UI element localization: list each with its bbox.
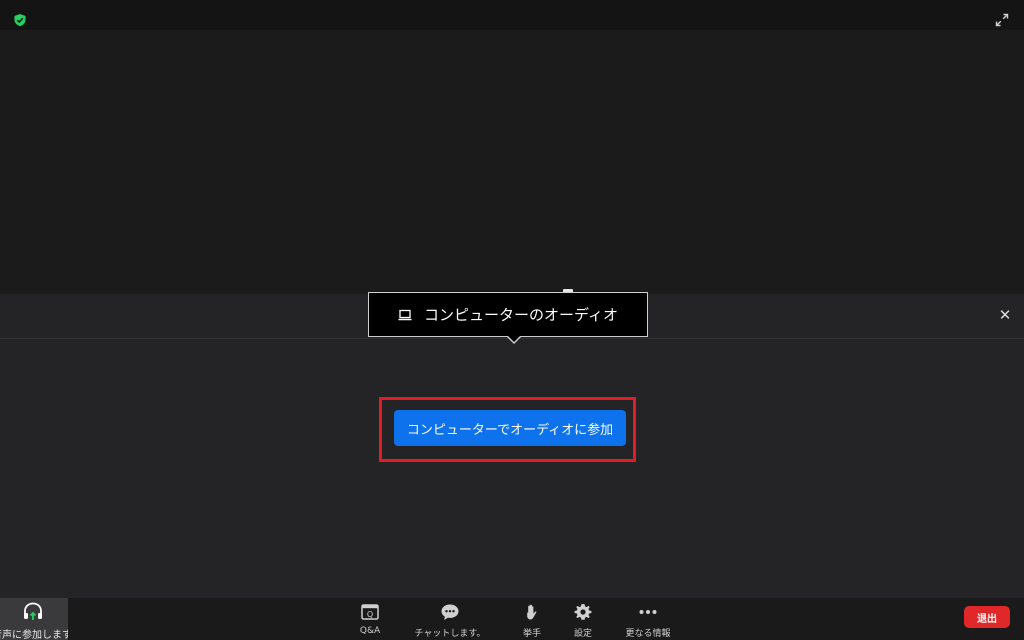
- settings-button[interactable]: 設定: [570, 598, 596, 640]
- more-button[interactable]: 更なる情報: [620, 598, 676, 640]
- gear-icon: [574, 604, 592, 620]
- audio-tab-tooltip: コンピューターのオーディオ: [368, 292, 648, 337]
- close-icon[interactable]: ✕: [997, 307, 1013, 323]
- laptop-icon: [398, 309, 412, 320]
- qa-icon: Q: [361, 604, 379, 620]
- meeting-toolbar: 音声に参加します Q Q&A チャットします。 挙手 設定: [0, 598, 1024, 640]
- settings-label: 設定: [573, 629, 592, 639]
- more-label: 更なる情報: [625, 629, 671, 639]
- fullscreen-icon[interactable]: [994, 12, 1010, 28]
- chat-icon: [441, 604, 459, 620]
- shield-icon[interactable]: [13, 13, 27, 27]
- hand-icon: [527, 604, 537, 620]
- headphone-icon: [24, 602, 42, 620]
- svg-text:Q: Q: [367, 610, 373, 619]
- join-computer-audio-button[interactable]: コンピューターでオーディオに参加: [394, 410, 626, 446]
- more-icon: [639, 610, 657, 614]
- raise-hand-button[interactable]: 挙手: [518, 598, 546, 640]
- raise-hand-label: 挙手: [522, 629, 541, 639]
- tooltip-arrow-inner: [507, 335, 521, 342]
- qa-label: Q&A: [359, 626, 381, 636]
- top-bar: [0, 0, 1024, 30]
- leave-button[interactable]: 退出: [964, 606, 1010, 628]
- chat-label: チャットします。: [414, 629, 486, 639]
- qa-button[interactable]: Q Q&A: [356, 598, 384, 640]
- chat-button[interactable]: チャットします。: [410, 598, 490, 640]
- tooltip-text: コンピューターのオーディオ: [424, 306, 618, 324]
- join-audio-label: 音声に参加します: [0, 630, 68, 640]
- join-audio-button[interactable]: 音声に参加します: [0, 598, 68, 640]
- video-area: [0, 30, 1024, 294]
